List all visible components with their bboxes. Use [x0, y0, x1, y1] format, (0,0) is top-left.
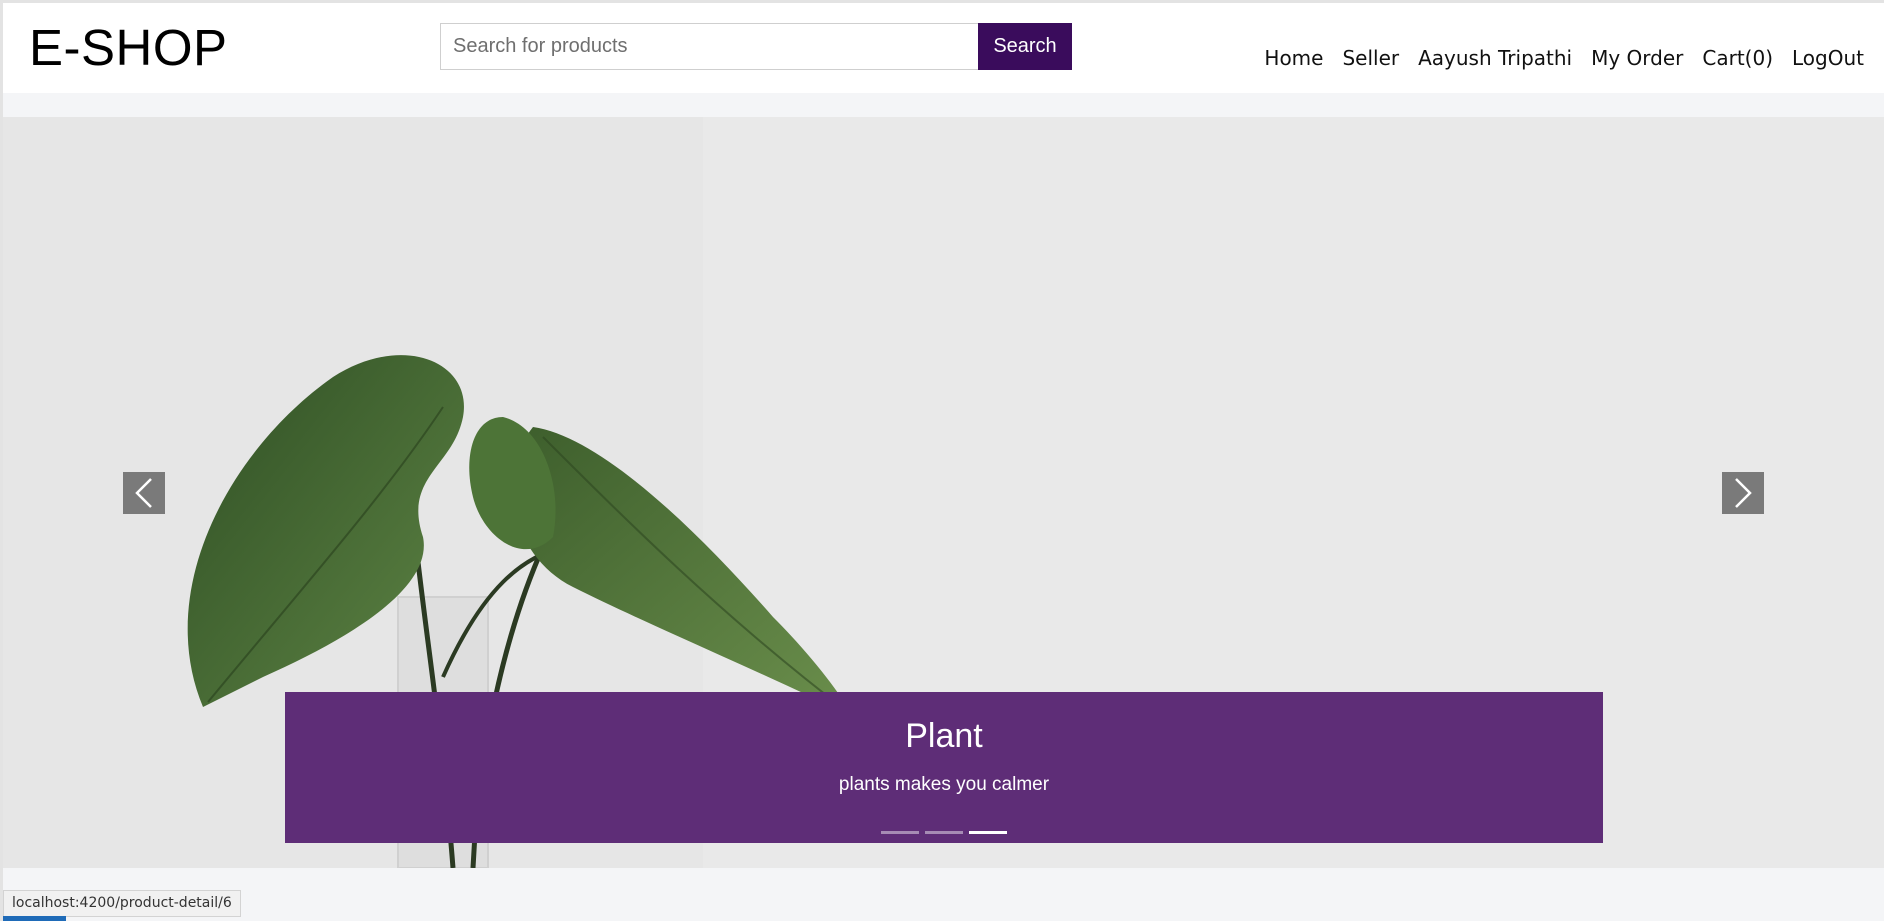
chevron-left-icon	[135, 478, 152, 508]
carousel-next-button[interactable]	[1722, 472, 1764, 514]
search-bar: Search	[440, 23, 1072, 70]
hero-carousel: Plant plants makes you calmer	[3, 117, 1884, 868]
site-logo[interactable]: E-SHOP	[29, 18, 228, 78]
search-input[interactable]	[440, 23, 978, 70]
main-nav: Home Seller Aayush Tripathi My Order Car…	[1245, 46, 1864, 70]
page: E-SHOP Search Home Seller Aayush Tripath…	[0, 0, 1884, 921]
carousel-indicator[interactable]	[925, 831, 963, 834]
top-header: E-SHOP Search Home Seller Aayush Tripath…	[3, 3, 1884, 93]
nav-my-order[interactable]: My Order	[1591, 46, 1683, 70]
nav-seller[interactable]: Seller	[1342, 46, 1399, 70]
caption-text: plants makes you calmer	[838, 774, 1050, 795]
nav-logout[interactable]: LogOut	[1792, 46, 1864, 70]
carousel-caption: Plant plants makes you calmer	[285, 692, 1603, 843]
nav-cart[interactable]: Cart(0)	[1702, 46, 1773, 70]
nav-home[interactable]: Home	[1264, 46, 1323, 70]
link-status-bar: localhost:4200/product-detail/6	[3, 890, 241, 917]
taskbar-strip	[3, 916, 66, 921]
carousel-indicator[interactable]	[881, 831, 919, 834]
nav-user-name[interactable]: Aayush Tripathi	[1418, 46, 1572, 70]
carousel-indicator-active[interactable]	[969, 831, 1007, 834]
carousel-prev-button[interactable]	[123, 472, 165, 514]
carousel-indicators	[285, 831, 1603, 834]
search-button[interactable]: Search	[978, 23, 1072, 70]
caption-title: Plant	[905, 717, 983, 755]
chevron-right-icon	[1735, 478, 1752, 508]
